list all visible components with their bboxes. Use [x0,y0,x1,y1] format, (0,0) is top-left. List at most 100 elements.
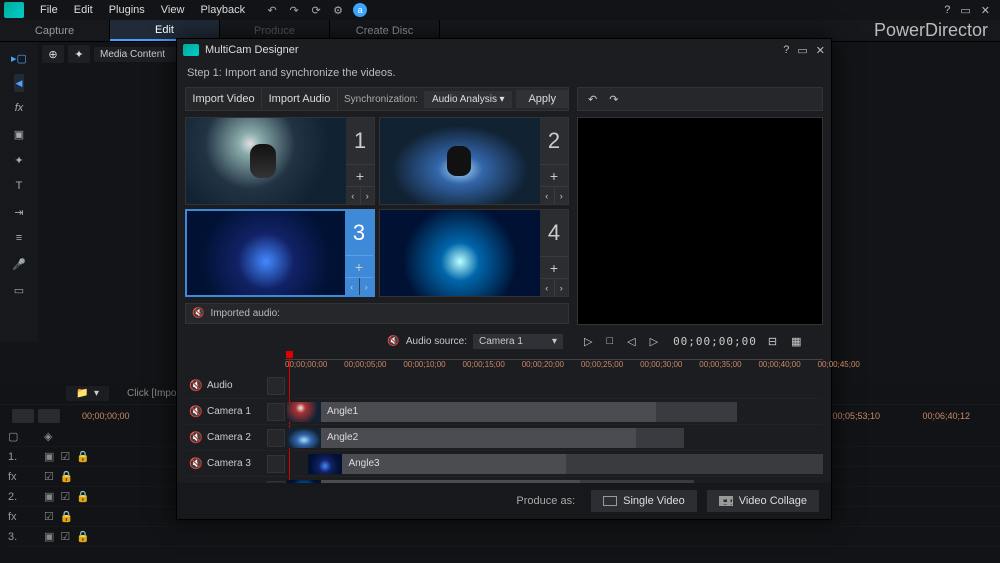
lock-icon[interactable]: 🔒 [76,490,90,503]
ruler-tick: 00;00;20;00 [522,360,564,369]
clip-angle1[interactable]: Angle1 [287,402,737,422]
camera-2-prev-icon[interactable]: ‹ [540,187,554,204]
camera-2-add-button[interactable]: + [540,164,568,186]
loop-icon[interactable]: ⊟ [765,332,780,351]
mute-icon[interactable]: 🔇 [185,457,207,470]
menu-file[interactable]: File [32,4,66,16]
fx-room-icon[interactable]: fx [7,98,31,118]
minimize-icon[interactable]: ▭ [960,4,970,17]
profile-icon[interactable]: a [353,3,367,17]
camera-2-number: 2 [540,118,568,164]
import-video-button[interactable]: Import Video [186,88,262,110]
dialog-footer: Produce as: Single Video Video Collage [177,483,831,519]
transition-room-icon[interactable]: ⇥ [7,202,31,222]
settings-icon[interactable]: ⚙ [331,3,345,17]
lock-icon[interactable]: 🔒 [60,510,74,523]
track-camera-3: 🔇 Camera 3 Angle3 [185,451,823,477]
particle-room-icon[interactable]: ✦ [7,150,31,170]
subtitle-room-icon[interactable]: ▭ [7,280,31,300]
camera-slot-2[interactable]: 2 + ‹› [379,117,569,205]
camera-4-next-icon[interactable]: › [554,279,569,296]
menu-edit[interactable]: Edit [66,4,101,16]
transport-controls: ▷ □ ◁ ▷ 00;00;00;00 ⊟ ▦ [577,329,823,353]
clip-angle2[interactable]: Angle2 [287,428,684,448]
video-collage-button[interactable]: Video Collage [707,490,819,512]
camera-slot-3[interactable]: 3 + ‹› [185,209,375,297]
camera-1-prev-icon[interactable]: ‹ [346,187,360,204]
camera-3-prev-icon[interactable]: ‹ [345,278,359,295]
voice-room-icon[interactable]: 🎤 [7,254,31,274]
folder-dropdown[interactable]: 📁 ▾ [66,386,109,401]
import-audio-button[interactable]: Import Audio [262,88,338,110]
menu-plugins[interactable]: Plugins [101,4,153,16]
dialog-close-icon[interactable]: ✕ [816,44,825,57]
camera-2-next-icon[interactable]: › [554,187,569,204]
ruler-tick: 00;00;05;00 [344,360,386,369]
tab-capture[interactable]: Capture [0,20,110,41]
clip-label: Angle3 [348,458,379,469]
mute-icon[interactable]: 🔇 [185,431,207,444]
audio-room-icon[interactable]: ≡ [7,228,31,248]
sync-method-select[interactable]: Audio Analysis ▾ [424,91,513,108]
redo-icon[interactable]: ↷ [287,3,301,17]
camera-slot-4[interactable]: 4 + ‹› [379,209,569,297]
close-icon[interactable]: ✕ [981,4,990,17]
visible-icon[interactable]: ☑ [44,470,54,483]
menu-playback[interactable]: Playback [192,4,253,16]
prev-frame-icon[interactable]: ◁ [624,332,638,351]
import-menu-icon[interactable]: ⊕ [42,45,64,63]
apply-button[interactable]: Apply [516,90,568,108]
timeline-mode-b[interactable] [38,409,60,423]
media-room-icon[interactable]: ▸▢ [7,48,31,68]
camera-3-add[interactable] [267,455,285,473]
quality-icon[interactable]: ▦ [788,332,804,351]
timeline-mode-a[interactable] [12,409,34,423]
media-content-dropdown[interactable]: Media Content [94,47,184,62]
next-frame-icon[interactable]: ▷ [647,332,661,351]
audio-source-select[interactable]: Camera 1 ▾ [473,334,563,349]
camera-3-next-icon[interactable]: › [359,278,374,295]
visible-icon[interactable]: ☑ [44,510,54,523]
mute-icon[interactable]: 🔇 [185,379,207,392]
dialog-titlebar[interactable]: MultiCam Designer ? ▭ ✕ [177,39,831,61]
stop-icon[interactable]: □ [603,332,616,350]
camera-1-next-icon[interactable]: › [360,187,375,204]
camera-3-add-button[interactable]: + [345,255,373,277]
timeline-ruler[interactable]: 00;00;00;00 00;00;05;00 00;00;10;00 00;0… [285,359,823,373]
visible-icon[interactable]: ☑ [60,450,70,463]
lock-icon[interactable]: 🔒 [60,470,74,483]
lock-icon[interactable]: 🔒 [76,450,90,463]
play-icon[interactable]: ▷ [581,332,595,351]
mute-icon[interactable]: 🔇 [185,405,207,418]
plugin-icon[interactable]: ✦ [68,45,90,63]
dialog-maximize-icon[interactable]: ▭ [797,44,807,57]
visible-icon[interactable]: ☑ [60,530,70,543]
camera-1-add-button[interactable]: + [346,164,374,186]
preview-undo-icon[interactable]: ↶ [584,91,601,108]
single-video-button[interactable]: Single Video [591,490,697,512]
title-room-icon[interactable]: T [7,176,31,196]
track-audio-label: Audio [207,380,267,391]
preview-redo-icon[interactable]: ↷ [605,91,622,108]
preview-viewport[interactable] [577,117,823,325]
visible-icon[interactable]: ☑ [60,490,70,503]
camera-4-prev-icon[interactable]: ‹ [540,279,554,296]
lock-icon[interactable]: 🔒 [76,530,90,543]
pip-room-icon[interactable]: ▣ [7,124,31,144]
background-tc-start: 00;00;00;00 [82,411,130,421]
camera-2-controls: 2 + ‹› [540,118,568,204]
camera-2-add[interactable] [267,429,285,447]
undo-icon[interactable]: ↶ [265,3,279,17]
dialog-help-icon[interactable]: ? [783,44,789,57]
camera-1-add[interactable] [267,403,285,421]
camera-4-add-button[interactable]: + [540,256,568,278]
menu-view[interactable]: View [153,4,193,16]
cloud-icon[interactable]: ⟳ [309,3,323,17]
imported-audio-field[interactable]: 🔇 Imported audio: [185,303,569,324]
expand-strip-icon[interactable]: ◀ [14,74,24,92]
clip-angle3[interactable]: Angle3 [308,454,823,474]
bg-track-3[interactable]: 3. ▣☑🔒 [8,527,1000,547]
camera-slot-1[interactable]: 1 + ‹› [185,117,375,205]
track-audio-add[interactable] [267,377,285,395]
help-icon[interactable]: ? [944,4,950,17]
